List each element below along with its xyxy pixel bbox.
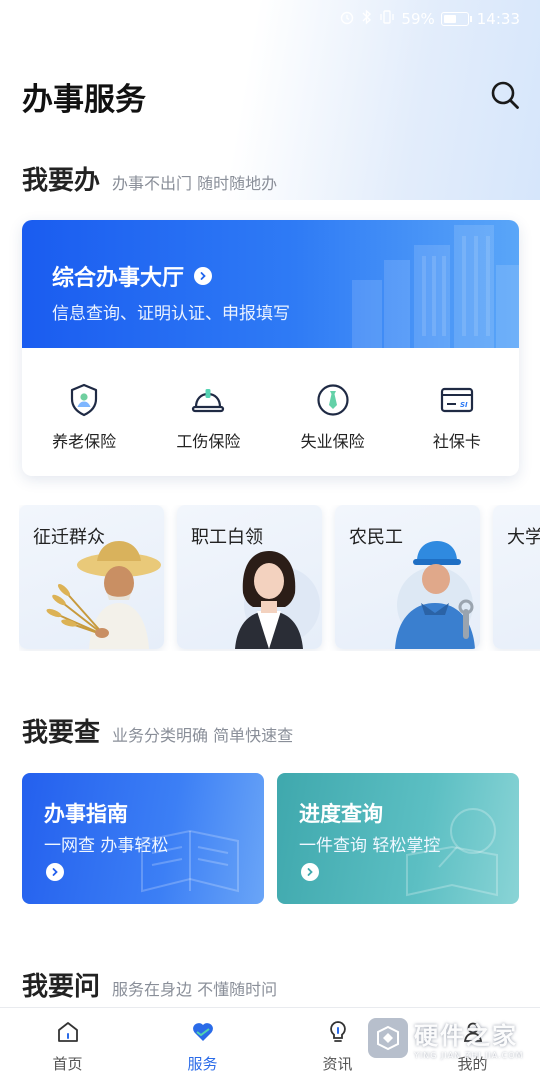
shield-person-icon: [71, 383, 98, 417]
si-card-icon: SI: [440, 387, 473, 413]
status-bar: 59% 14:33: [0, 0, 540, 38]
pension-insurance-label: 养老保险: [52, 432, 117, 451]
search-icon: [491, 81, 519, 109]
watermark: 硬件之家 YING JIAN ZHI JIA.COM: [368, 1008, 540, 1068]
social-security-card-item[interactable]: SI 社保卡: [395, 348, 519, 476]
service-hall-subtitle: 信息查询、证明认证、申报填写: [52, 304, 290, 324]
group-label-university: 大学: [507, 527, 540, 548]
user-group-row: 征迁群众 职工白领 农民工 大学: [19, 505, 540, 651]
group-card-migrant-workers[interactable]: 农民工: [335, 505, 480, 649]
work-injury-insurance-item[interactable]: 工伤保险: [146, 348, 270, 476]
tab-home[interactable]: 首页: [0, 1008, 135, 1080]
chevron-right-icon: [46, 863, 64, 881]
section-do-subtitle: 办事不出门 随时随地办: [112, 174, 278, 193]
insurance-quick-links: 养老保险 工伤保险 失业保险 SI 社保卡: [22, 348, 519, 476]
search-button[interactable]: [488, 78, 522, 112]
work-injury-insurance-label: 工伤保险: [176, 432, 241, 451]
chevron-right-icon: [194, 267, 213, 285]
service-guide-subtitle: 一网查 办事轻松: [44, 836, 169, 856]
service-hall-card: 综合办事大厅 信息查询、证明认证、申报填写 养老保险 工伤保险 失业保险 SI …: [22, 220, 519, 476]
lightbulb-icon: [329, 1021, 346, 1042]
clock: 14:33: [476, 10, 520, 28]
watermark-sub: YING JIAN ZHI JIA.COM: [414, 1051, 524, 1060]
tab-service[interactable]: 服务: [135, 1008, 270, 1080]
watermark-main: 硬件之家: [414, 1022, 518, 1050]
home-icon: [57, 1022, 78, 1042]
hard-hat-icon: [192, 389, 225, 413]
service-hall-title: 综合办事大厅: [52, 260, 213, 292]
tab-service-label: 服务: [187, 1055, 218, 1073]
group-card-university[interactable]: 大学: [493, 505, 540, 649]
tie-badge-icon: [317, 384, 349, 416]
section-do-header: 我要办 办事不出门 随时随地办: [22, 160, 277, 197]
progress-query-card[interactable]: 进度查询 一件查询 轻松掌控: [277, 773, 519, 904]
section-ask-header: 我要问 服务在身边 不懂随时问: [22, 966, 277, 1003]
group-card-white-collar[interactable]: 职工白领: [177, 505, 322, 649]
status-icons: 59%: [339, 9, 472, 29]
tab-home-label: 首页: [52, 1055, 83, 1073]
service-hall-banner[interactable]: 综合办事大厅 信息查询、证明认证、申报填写: [22, 220, 519, 348]
svg-text:SI: SI: [460, 401, 468, 409]
section-do-title: 我要办: [22, 166, 101, 196]
section-check-subtitle: 业务分类明确 简单快速查: [112, 726, 294, 745]
pension-insurance-item[interactable]: 养老保险: [22, 348, 146, 476]
service-hall-title-text: 综合办事大厅: [52, 266, 185, 291]
unemployment-insurance-label: 失业保险: [300, 432, 365, 451]
battery-icon: [440, 12, 472, 26]
vibrate-icon: [379, 9, 395, 29]
group-label-relocated-residents: 征迁群众: [33, 527, 105, 548]
progress-query-subtitle: 一件查询 轻松掌控: [299, 836, 441, 856]
progress-query-title: 进度查询: [299, 802, 383, 826]
watermark-text: 硬件之家 YING JIAN ZHI JIA.COM: [414, 1016, 523, 1060]
heart-icon: [192, 1023, 213, 1041]
section-check-title: 我要查: [22, 718, 101, 748]
group-label-white-collar: 职工白领: [191, 527, 263, 548]
bluetooth-icon: [361, 9, 373, 29]
unemployment-insurance-item[interactable]: 失业保险: [271, 348, 395, 476]
section-ask-subtitle: 服务在身边 不懂随时问: [112, 980, 278, 999]
service-guide-title: 办事指南: [44, 802, 128, 826]
watermark-logo-icon: [368, 1018, 408, 1058]
section-ask-title: 我要问: [22, 972, 101, 1002]
page-title: 办事服务: [22, 82, 146, 118]
group-label-migrant-workers: 农民工: [349, 527, 403, 548]
service-guide-card[interactable]: 办事指南 一网查 办事轻松: [22, 773, 264, 904]
social-security-card-label: 社保卡: [432, 432, 481, 451]
chevron-right-icon: [301, 863, 319, 881]
alarm-icon: [339, 9, 355, 29]
group-card-relocated-residents[interactable]: 征迁群众: [19, 505, 164, 649]
battery-percent: 59%: [401, 10, 435, 28]
section-check-header: 我要查 业务分类明确 简单快速查: [22, 712, 293, 749]
